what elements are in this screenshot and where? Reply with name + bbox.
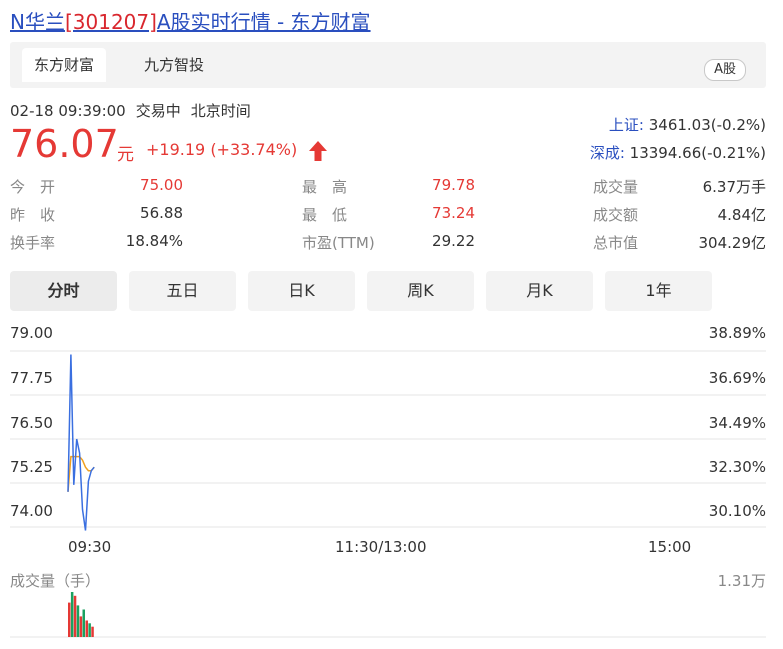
y-left-label: 74.00 [10, 502, 53, 520]
y-left-label: 77.75 [10, 369, 53, 387]
volume-bar [88, 623, 91, 637]
volume-bar [82, 609, 85, 637]
y-right-label: 38.89% [708, 324, 766, 342]
volume-bars [68, 592, 94, 637]
y-right-label: 30.10% [708, 502, 766, 520]
volume-bar [85, 620, 88, 637]
x-label-midday: 11:30/13:00 [335, 538, 427, 556]
y-left-label: 79.00 [10, 324, 53, 342]
volume-bar [68, 602, 71, 637]
y-right-label: 36.69% [708, 369, 766, 387]
volume-max-label: 1.31万 [717, 572, 766, 590]
y-right-label: 34.49% [708, 414, 766, 432]
y-left-label: 76.50 [10, 414, 53, 432]
volume-bar [76, 605, 80, 637]
y-left-label: 75.25 [10, 458, 53, 476]
y-right-label: 32.30% [708, 458, 766, 476]
volume-bar [79, 616, 83, 637]
price-line [67, 354, 95, 531]
x-label-open: 09:30 [68, 538, 112, 556]
volume-bar [91, 626, 94, 637]
volume-bar [73, 595, 77, 637]
volume-title: 成交量（手） [10, 572, 101, 590]
volume-bar [70, 592, 74, 637]
x-label-close: 15:00 [648, 538, 692, 556]
chart-grid [10, 350, 766, 638]
